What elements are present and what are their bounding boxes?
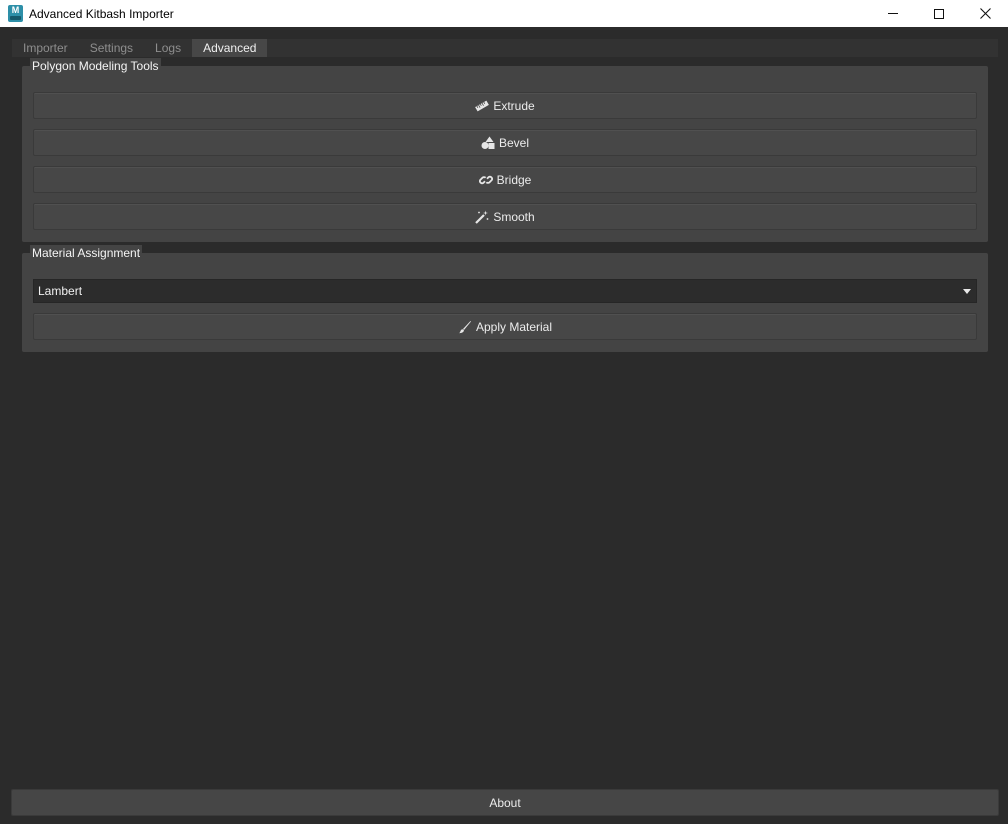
tab-importer[interactable]: Importer [12, 39, 79, 57]
ruler-icon [475, 100, 490, 111]
apply-material-label: Apply Material [475, 319, 553, 334]
material-assignment-group: Material Assignment Lambert Apply Materi… [22, 245, 988, 352]
maximize-icon [934, 8, 944, 19]
bevel-label: Bevel [498, 135, 530, 150]
minimize-icon [888, 13, 898, 14]
tab-settings[interactable]: Settings [79, 39, 144, 57]
tab-logs[interactable]: Logs [144, 39, 192, 57]
tab-bar: Importer Settings Logs Advanced [12, 39, 998, 57]
title-bar: M Advanced Kitbash Importer [0, 0, 1008, 27]
material-select-value: Lambert [38, 284, 83, 298]
maximize-button[interactable] [916, 0, 962, 27]
bridge-label: Bridge [496, 172, 532, 187]
close-button[interactable] [962, 0, 1008, 27]
window-title: Advanced Kitbash Importer [29, 6, 174, 21]
material-assignment-title: Material Assignment [30, 245, 143, 261]
close-icon [979, 8, 991, 19]
shapes-icon [481, 136, 495, 149]
apply-material-button[interactable]: Apply Material [33, 313, 977, 340]
bridge-button[interactable]: Bridge [33, 166, 977, 193]
tab-advanced[interactable]: Advanced [192, 39, 268, 57]
app-icon: M [8, 5, 23, 22]
bevel-button[interactable]: Bevel [33, 129, 977, 156]
material-select[interactable]: Lambert [33, 279, 977, 303]
extrude-button[interactable]: Extrude [33, 92, 977, 119]
about-label: About [489, 795, 521, 810]
magic-wand-icon [475, 210, 489, 224]
minimize-button[interactable] [870, 0, 916, 27]
smooth-label: Smooth [493, 209, 535, 224]
link-icon [478, 175, 493, 184]
about-button[interactable]: About [11, 789, 999, 816]
window-controls [870, 0, 1008, 27]
smooth-button[interactable]: Smooth [33, 203, 977, 230]
polygon-tools-group: Polygon Modeling Tools Extrude Bevel Bri… [22, 58, 988, 242]
polygon-tools-title: Polygon Modeling Tools [30, 58, 161, 74]
extrude-label: Extrude [493, 98, 535, 113]
dropdown-arrow-icon [963, 289, 971, 294]
paint-brush-icon [458, 320, 471, 333]
